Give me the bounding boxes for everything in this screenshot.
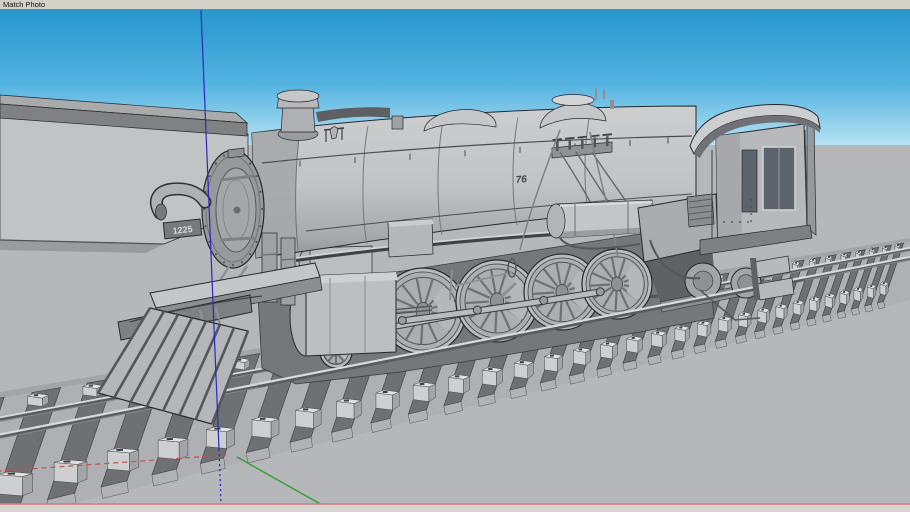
cab-front-window — [741, 149, 758, 213]
smokestack — [276, 89, 320, 141]
number-plate: 1225 — [162, 218, 203, 240]
plate-number: 1225 — [172, 224, 193, 236]
whistle — [610, 100, 614, 109]
application-window: Match Photo 76 1225 — [0, 0, 910, 512]
scene-tab-match-photo[interactable]: Match Photo — [3, 0, 45, 9]
boiler-mark: 76 — [515, 174, 527, 186]
photo-edge — [0, 503, 910, 512]
scene-tab-bar: Match Photo — [0, 0, 910, 10]
3d-viewport[interactable]: 76 1225 — [0, 10, 910, 512]
generator — [391, 115, 404, 130]
